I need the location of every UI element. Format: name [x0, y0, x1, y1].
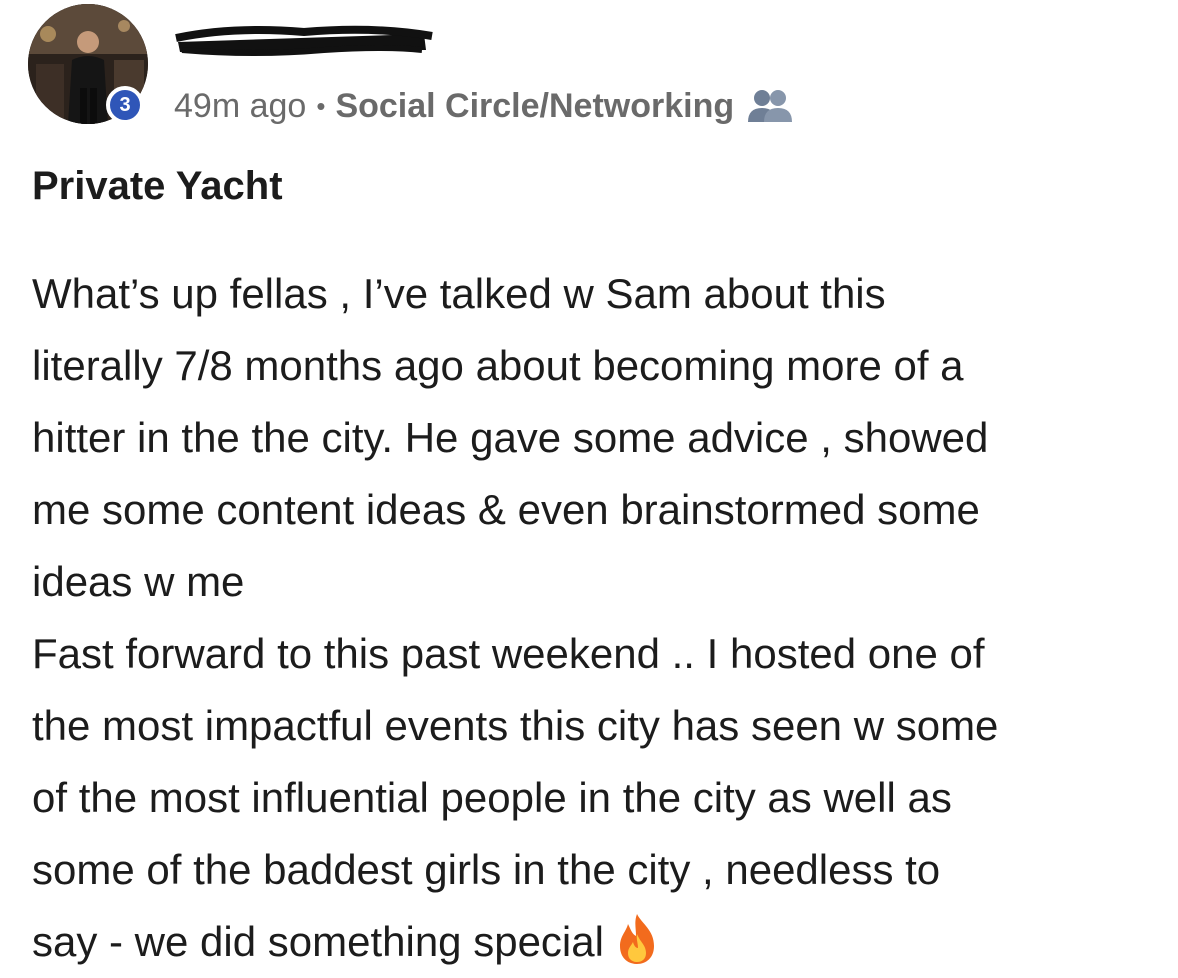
- body-line: hitter in the the city. He gave some adv…: [32, 414, 989, 461]
- body-line-text: say - we did something special: [32, 918, 604, 965]
- post-card: 3 49m ago • Social Circle/Networking Pri…: [0, 0, 1178, 978]
- body-line: ideas w me: [32, 558, 245, 605]
- body-line: Fast forward to this past weekend .. I h…: [32, 630, 985, 677]
- post-time[interactable]: 49m ago: [174, 87, 306, 126]
- group-icon: [746, 86, 794, 126]
- fire-icon: [614, 912, 660, 966]
- post-body: What’s up fellas , I’ve talked w Sam abo…: [32, 258, 1162, 978]
- rank-badge: 3: [106, 86, 144, 124]
- body-line: literally 7/8 months ago about becoming …: [32, 342, 964, 389]
- post-title: Private Yacht: [32, 164, 283, 208]
- body-line: of the most influential people in the ci…: [32, 774, 952, 821]
- author-name-redacted[interactable]: [174, 20, 436, 58]
- body-line: me some content ideas & even brainstorme…: [32, 486, 980, 533]
- post-meta: 49m ago • Social Circle/Networking: [174, 84, 794, 128]
- body-line-last: say - we did something special: [32, 906, 1162, 978]
- redaction-scribble: [175, 25, 433, 56]
- body-line: What’s up fellas , I’ve talked w Sam abo…: [32, 270, 886, 317]
- body-line: the most impactful events this city has …: [32, 702, 999, 749]
- body-line: some of the baddest girls in the city , …: [32, 846, 941, 893]
- post-category[interactable]: Social Circle/Networking: [335, 87, 734, 126]
- meta-separator: •: [316, 90, 326, 121]
- post-header: 3 49m ago • Social Circle/Networking: [28, 4, 1148, 134]
